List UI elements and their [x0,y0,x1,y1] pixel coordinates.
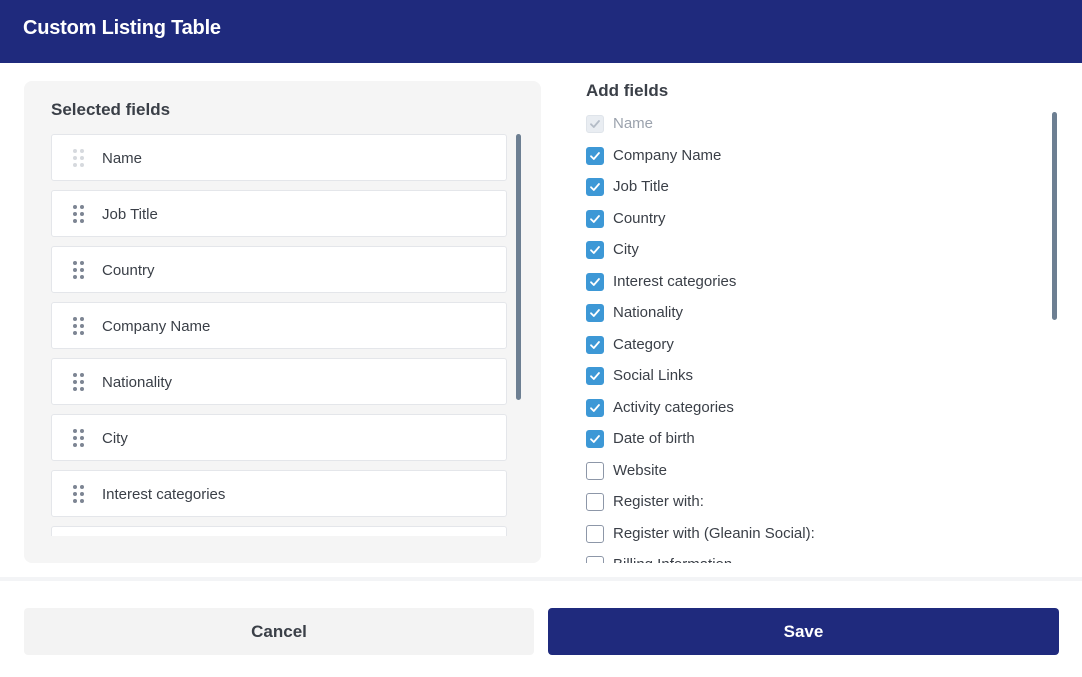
add-field-option[interactable]: Register with (Gleanin Social): [586,521,1026,547]
drag-handle-icon[interactable] [73,429,85,447]
add-field-label: Job Title [613,178,669,195]
drag-handle-icon[interactable] [73,205,85,223]
add-field-label: Country [613,210,666,227]
add-fields-list: Name Company Name Job Title Country City Inte… [586,111,1046,563]
checkbox[interactable] [586,273,604,291]
save-button[interactable]: Save [548,608,1059,655]
add-field-option[interactable]: Website [586,458,1026,484]
add-field-label: Register with: [613,493,704,510]
add-field-label: Category [613,336,674,353]
add-field-option[interactable]: City [586,237,1026,263]
checkbox[interactable] [586,304,604,322]
add-field-label: Company Name [613,147,722,164]
add-field-option[interactable]: Billing Information [586,552,1026,563]
checkbox[interactable] [586,336,604,354]
checkbox[interactable] [586,430,604,448]
checkbox[interactable] [586,399,604,417]
selected-field-label: Nationality [102,374,173,391]
add-field-label: Name [613,115,654,132]
selected-field-item[interactable]: Job Title [51,190,507,237]
drag-handle-icon[interactable] [73,261,85,279]
add-fields-panel: Add fields Name Company Name Job Title Coun… [586,81,1066,565]
add-field-label: City [613,241,639,258]
add-field-option[interactable]: Category [586,332,1026,358]
checkbox[interactable] [586,367,604,385]
add-field-option[interactable]: Interest categories [586,269,1026,295]
selected-field-label: Country [102,262,155,279]
selected-field-item[interactable]: Nationality [51,358,507,405]
footer-divider [0,577,1082,581]
selected-field-item[interactable]: City [51,414,507,461]
selected-field-label: City [102,430,128,447]
add-field-option: Name [586,111,1026,137]
drag-handle-icon[interactable] [73,317,85,335]
add-field-option[interactable]: Social Links [586,363,1026,389]
modal-title: Custom Listing Table [23,17,221,39]
selected-field-label: Interest categories [102,486,226,503]
add-field-option[interactable]: Register with: [586,489,1026,515]
selected-field-item-partial[interactable] [51,526,507,536]
add-field-option[interactable]: Country [586,206,1026,232]
add-field-label: Register with (Gleanin Social): [613,525,815,542]
selected-field-item[interactable]: Interest categories [51,470,507,517]
checkbox[interactable] [586,178,604,196]
checkbox[interactable] [586,556,604,563]
selected-field-item[interactable]: Country [51,246,507,293]
add-field-label: Interest categories [613,273,737,290]
add-field-label: Billing Information [613,556,732,563]
checkbox[interactable] [586,525,604,543]
selected-fields-scrollbar[interactable] [516,134,521,400]
selected-fields-list: Name Job Title Country Company Name National… [51,134,508,536]
add-field-label: Activity categories [613,399,734,416]
add-fields-scrollbar[interactable] [1052,112,1057,320]
add-field-label: Date of birth [613,430,695,447]
selected-field-label: Name [102,150,143,167]
selected-field-item[interactable]: Name [51,134,507,181]
add-field-label: Website [613,462,667,479]
drag-handle-icon[interactable] [73,485,85,503]
modal-header: Custom Listing Table [0,0,1082,63]
selected-field-label: Job Title [102,206,158,223]
add-field-option[interactable]: Company Name [586,143,1026,169]
add-field-label: Nationality [613,304,684,321]
add-field-option[interactable]: Job Title [586,174,1026,200]
selected-field-item[interactable]: Company Name [51,302,507,349]
drag-handle-icon [73,149,85,167]
checkbox [586,115,604,133]
selected-fields-panel: Selected fields Name Job Title Country Comp… [24,81,541,563]
cancel-button[interactable]: Cancel [24,608,534,655]
selected-field-label: Company Name [102,318,211,335]
add-field-option[interactable]: Nationality [586,300,1026,326]
add-fields-title: Add fields [586,81,669,100]
add-field-label: Social Links [613,367,694,384]
add-field-option[interactable]: Date of birth [586,426,1026,452]
checkbox[interactable] [586,462,604,480]
checkbox[interactable] [586,241,604,259]
checkbox[interactable] [586,147,604,165]
selected-fields-title: Selected fields [51,100,171,119]
drag-handle-icon[interactable] [73,373,85,391]
checkbox[interactable] [586,210,604,228]
add-field-option[interactable]: Activity categories [586,395,1026,421]
checkbox[interactable] [586,493,604,511]
